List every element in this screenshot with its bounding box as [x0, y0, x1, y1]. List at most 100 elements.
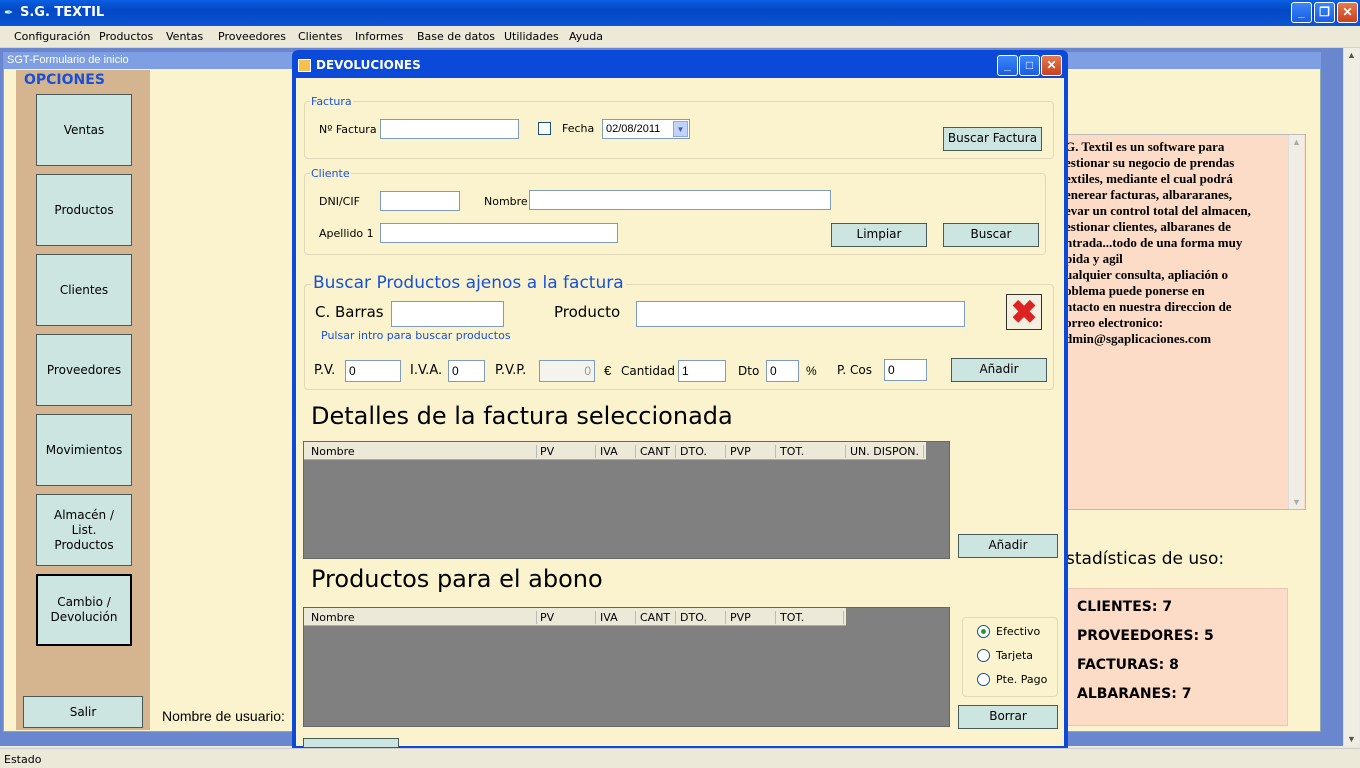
- buscar-cliente-button[interactable]: Buscar: [943, 223, 1039, 247]
- col-pvp[interactable]: PVP: [730, 611, 776, 624]
- exit-button[interactable]: Salir: [23, 696, 143, 728]
- col-pv[interactable]: PV: [540, 611, 596, 624]
- col-iva[interactable]: IVA: [600, 611, 636, 624]
- abono-heading: Productos para el abono: [311, 565, 603, 593]
- info-line: enerear facturas, albararanes,: [1065, 187, 1233, 202]
- col-pvp[interactable]: PVP: [730, 445, 776, 458]
- menu-base-de-datos[interactable]: Base de datos: [417, 30, 495, 43]
- close-icon[interactable]: ✕: [1337, 2, 1358, 23]
- menu-ayuda[interactable]: Ayuda: [569, 30, 603, 43]
- restore-icon[interactable]: ❐: [1314, 2, 1335, 23]
- tarjeta-radio[interactable]: [977, 649, 990, 662]
- producto-label: Producto: [554, 303, 621, 321]
- detalles-grid[interactable]: Nombre PV IVA CANT DTO. PVP TOT. UN. DIS…: [303, 441, 950, 559]
- productos-hint: Pulsar intro para buscar productos: [321, 329, 511, 342]
- info-line: G. Textil es un software para: [1065, 139, 1225, 154]
- pcos-label: P. Cos: [837, 363, 872, 377]
- info-line: evar un control total del almacen,: [1065, 203, 1251, 218]
- info-line: dmin@sgaplicaciones.com: [1065, 331, 1212, 346]
- info-line: ntacto en nuestra direccion de: [1065, 299, 1232, 314]
- stats-facturas: FACTURAS: 8: [1077, 657, 1179, 673]
- borrar-button[interactable]: Borrar: [958, 705, 1058, 729]
- fecha-checkbox[interactable]: [538, 122, 551, 135]
- col-cant[interactable]: CANT: [640, 445, 676, 458]
- cbarras-label: C. Barras: [315, 303, 384, 321]
- detalles-heading: Detalles de la factura seleccionada: [311, 402, 733, 430]
- fecha-picker[interactable]: 02/08/2011 ▼: [602, 119, 690, 139]
- sidebar-ventas-button[interactable]: Ventas: [36, 94, 132, 166]
- menu-ventas[interactable]: Ventas: [166, 30, 203, 43]
- col-dto[interactable]: DTO.: [680, 445, 726, 458]
- limpiar-button[interactable]: Limpiar: [831, 223, 927, 247]
- apellido-input[interactable]: [380, 223, 618, 243]
- apellido-label: Apellido 1: [319, 227, 374, 240]
- pte-pago-label: Pte. Pago: [996, 673, 1048, 686]
- col-pv[interactable]: PV: [540, 445, 596, 458]
- pv-input[interactable]: [345, 360, 401, 382]
- cbarras-input[interactable]: [391, 301, 504, 327]
- main-scrollbar[interactable]: ▲ ▼: [1343, 48, 1359, 746]
- sidebar-clientes-button[interactable]: Clientes: [36, 254, 132, 326]
- col-dto[interactable]: DTO.: [680, 611, 726, 624]
- iva-input[interactable]: [448, 360, 485, 382]
- menu-utilidades[interactable]: Utilidades: [504, 30, 559, 43]
- abono-grid-header: Nombre PV IVA CANT DTO. PVP TOT.: [304, 608, 846, 626]
- sidebar-productos-button[interactable]: Productos: [36, 174, 132, 246]
- cantidad-input[interactable]: [678, 360, 726, 382]
- euro-symbol: €: [604, 363, 612, 378]
- stats-albaranes: ALBARANES: 7: [1077, 686, 1192, 702]
- pcos-input[interactable]: [884, 359, 927, 381]
- delete-x-icon[interactable]: ✖: [1006, 294, 1042, 330]
- factura-number-label: Nº Factura: [319, 123, 377, 136]
- anadir-detalle-button[interactable]: Añadir: [958, 534, 1058, 558]
- app-icon: ✒: [4, 7, 14, 19]
- sidebar-almacen-button[interactable]: Almacén / List. Productos: [36, 494, 132, 566]
- col-cant[interactable]: CANT: [640, 611, 676, 624]
- info-scrollbar[interactable]: ▲ ▼: [1288, 135, 1304, 509]
- chevron-down-icon[interactable]: ▼: [673, 121, 688, 137]
- info-line: estionar clientes, albaranes de: [1065, 219, 1231, 234]
- menu-productos[interactable]: Productos: [99, 30, 153, 43]
- minimize-icon[interactable]: _: [1291, 2, 1312, 23]
- col-nombre[interactable]: Nombre: [311, 611, 537, 624]
- status-text: Estado: [4, 753, 42, 766]
- options-heading: OPCIONES: [24, 72, 105, 88]
- efectivo-radio[interactable]: [977, 625, 990, 638]
- productos-group-label: Buscar Productos ajenos a la factura: [311, 273, 626, 293]
- info-line: extiles, mediante el cual podrá: [1065, 171, 1233, 186]
- dialog-maximize-icon[interactable]: □: [1019, 55, 1040, 76]
- dialog-minimize-icon[interactable]: _: [997, 55, 1018, 76]
- producto-input[interactable]: [636, 301, 965, 327]
- sidebar-proveedores-button[interactable]: Proveedores: [36, 334, 132, 406]
- stats-proveedores: PROVEEDORES: 5: [1077, 628, 1214, 644]
- stats-panel: CLIENTES: 7 PROVEEDORES: 5 FACTURAS: 8 A…: [1064, 588, 1288, 726]
- factura-number-input[interactable]: [380, 119, 519, 139]
- menu-informes[interactable]: Informes: [355, 30, 403, 43]
- fecha-label: Fecha: [562, 122, 595, 135]
- col-iva[interactable]: IVA: [600, 445, 636, 458]
- pte-pago-radio[interactable]: [977, 673, 990, 686]
- col-un-dispon[interactable]: UN. DISPON.: [850, 445, 924, 458]
- dto-input[interactable]: [766, 360, 799, 382]
- col-nombre[interactable]: Nombre: [311, 445, 537, 458]
- col-tot[interactable]: TOT.: [780, 611, 844, 624]
- menu-bar: Configuración Productos Ventas Proveedor…: [0, 26, 1360, 48]
- info-line: estionar su negocio de prendas: [1065, 155, 1235, 170]
- col-tot[interactable]: TOT.: [780, 445, 846, 458]
- nombre-input[interactable]: [529, 190, 831, 210]
- cliente-group-label: Cliente: [310, 167, 351, 180]
- menu-configuracion[interactable]: Configuración: [14, 30, 90, 43]
- sidebar-movimientos-button[interactable]: Movimientos: [36, 414, 132, 486]
- menu-clientes[interactable]: Clientes: [298, 30, 342, 43]
- info-line: oblema puede ponerse en: [1065, 283, 1205, 298]
- info-textbox: G. Textil es un software para estionar s…: [1064, 134, 1306, 510]
- dni-input[interactable]: [380, 191, 460, 211]
- dialog-close-icon[interactable]: ✕: [1041, 55, 1062, 76]
- sidebar-cambio-devolucion-button[interactable]: Cambio / Devolución: [36, 574, 132, 646]
- efectivo-label: Efectivo: [996, 625, 1041, 638]
- anadir-producto-button[interactable]: Añadir: [951, 358, 1047, 382]
- hidden-bottom-button[interactable]: [303, 738, 399, 748]
- buscar-factura-button[interactable]: Buscar Factura: [943, 127, 1042, 151]
- abono-grid[interactable]: Nombre PV IVA CANT DTO. PVP TOT.: [303, 607, 950, 727]
- menu-proveedores[interactable]: Proveedores: [218, 30, 286, 43]
